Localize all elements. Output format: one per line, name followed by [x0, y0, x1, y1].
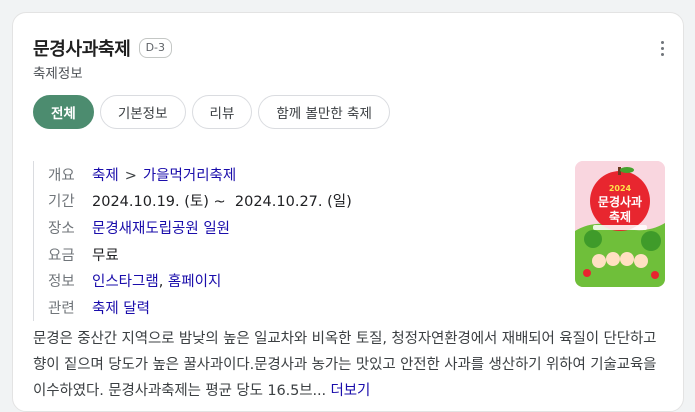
- info-row-related: 관련 축제 달력: [48, 294, 352, 321]
- festival-poster-image[interactable]: 2024 문경사과 축제: [575, 161, 665, 287]
- info-row-place: 장소 문경새재도립공원 일원: [48, 214, 352, 241]
- info-key: 기간: [48, 194, 75, 211]
- category-link[interactable]: 축제: [92, 168, 119, 184]
- info-key: 장소: [48, 220, 75, 237]
- tab-related-festivals[interactable]: 함께 볼만한 축제: [258, 95, 390, 129]
- info-key: 관련: [48, 300, 75, 317]
- tab-basic-info[interactable]: 기본정보: [99, 95, 186, 129]
- more-options-icon[interactable]: [661, 41, 665, 57]
- info-key: 요금: [48, 247, 75, 264]
- info-key: 개요: [48, 167, 75, 184]
- subcategory-link[interactable]: 가을먹거리축제: [143, 168, 236, 184]
- poster-title-line1: 문경사과: [598, 194, 642, 209]
- homepage-link[interactable]: 홈페이지: [168, 274, 221, 290]
- tab-reviews[interactable]: 리뷰: [191, 95, 253, 129]
- info-key: 정보: [48, 274, 75, 291]
- tab-bar: 전체 기본정보 리뷰 함께 볼만한 축제: [33, 95, 390, 129]
- festival-description: 문경은 중산간 지역으로 밤낮의 높은 일교차와 비옥한 토질, 청정자연환경에…: [33, 326, 663, 404]
- apple-festival-poster-icon: 2024 문경사과 축제: [575, 161, 665, 287]
- place-link[interactable]: 문경새재도립공원 일원: [92, 217, 230, 238]
- title-row: 문경사과축제 D-3: [33, 35, 173, 61]
- period-value: 2024.10.19. (토) ~ 2024.10.27. (일): [92, 194, 352, 211]
- dday-badge: D-3: [138, 38, 173, 58]
- festival-calendar-link[interactable]: 축제 달력: [92, 297, 150, 318]
- festival-card: 문경사과축제 D-3 축제정보 전체 기본정보 리뷰 함께 볼만한 축제 개요 …: [12, 12, 684, 412]
- info-row-links: 정보 인스타그램, 홈페이지: [48, 267, 352, 294]
- info-row-period: 기간 2024.10.19. (토) ~ 2024.10.27. (일): [48, 188, 352, 215]
- festival-title[interactable]: 문경사과축제: [33, 35, 131, 61]
- poster-year: 2024: [609, 184, 632, 193]
- fee-value: 무료: [92, 247, 119, 264]
- info-row-fee: 요금 무료: [48, 241, 352, 268]
- festival-subtitle: 축제정보: [33, 66, 83, 82]
- breadcrumb-separator: >: [124, 167, 137, 184]
- instagram-link[interactable]: 인스타그램: [92, 274, 159, 290]
- tab-all[interactable]: 전체: [33, 95, 94, 129]
- info-table: 개요 축제 > 가을먹거리축제 기간 2024.10.19. (토) ~ 2024.…: [33, 161, 352, 321]
- comma: ,: [158, 274, 164, 291]
- more-button[interactable]: 더보기: [331, 383, 371, 399]
- poster-title-line2: 축제: [609, 209, 631, 224]
- info-row-overview: 개요 축제 > 가을먹거리축제: [48, 161, 352, 188]
